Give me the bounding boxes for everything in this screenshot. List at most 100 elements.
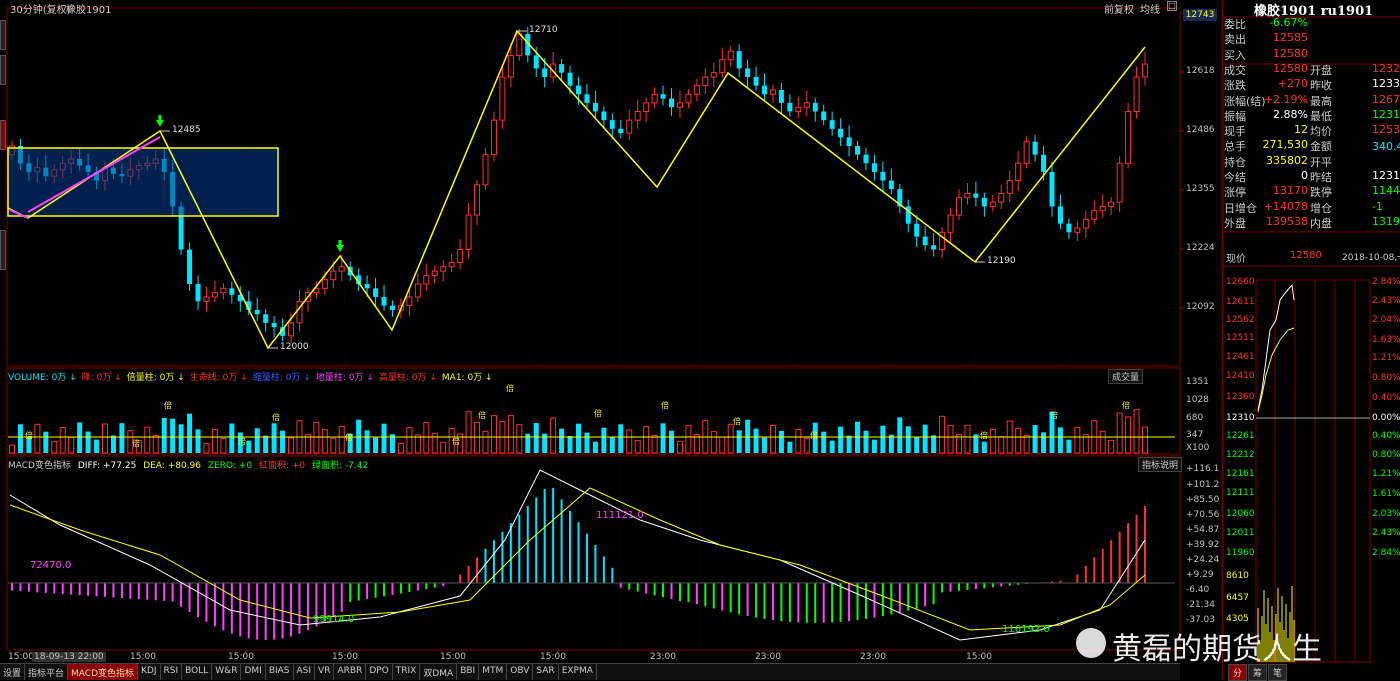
candle-body-up [330,270,337,281]
volume-bar-down [254,428,260,453]
buy-arrow-icon [156,120,164,127]
candle-body-down [778,89,784,103]
volume-bar-down [863,430,869,453]
indicator-tab[interactable]: DMI [241,664,266,680]
volume-legend-item: 生命线: 0万 ↓ [189,373,248,383]
quote-value-2: 1267 [1372,92,1400,106]
mini-left-tick: 12660 [1226,277,1255,287]
side-tab-1[interactable] [0,20,6,50]
candle-body-up [423,274,430,285]
volume-bar-up [406,427,413,454]
indicator-tab[interactable]: 双DMA [420,664,458,680]
quote-value-2: 1232 [1372,61,1400,75]
volume-bar-down [576,423,581,453]
candle-body-down [1066,223,1072,233]
candle-body-down [187,249,193,285]
volume-tick: 1028 [1186,395,1209,405]
volume-bar-down [762,437,768,453]
indicator-tab[interactable]: 设置 [0,664,26,680]
indicator-tab[interactable]: MACD变色指标 [68,664,139,680]
candle-body-up [947,214,954,233]
volume-bar-up [59,427,66,454]
macd-tick: +24.24 [1186,555,1220,565]
candle-body-up [955,197,962,216]
price-top-label: 12743 [1183,9,1217,21]
indicator-tab[interactable]: DPO [366,664,393,680]
indicator-tab[interactable]: SAR [533,664,559,680]
macd-zero: ZERO: +0 [207,461,253,471]
time-label: 15:00 [540,652,566,662]
mini-right-tick: 1.21% [1372,469,1400,479]
quote-label-2: 昨结 [1310,171,1332,184]
candle-body-down [381,296,387,306]
macd-tick: +116.1 [1186,464,1220,474]
macd-diff: DIFF: +77.25 [77,461,137,471]
candle-body-down [263,314,269,323]
quote-value: 12 [1294,123,1308,137]
volume-bar-down [601,427,607,453]
indicator-tab[interactable]: VR [315,664,335,680]
macd-tick: +85.50 [1186,495,1220,505]
indicator-tab[interactable]: ASI [294,664,316,680]
candle-body-down [533,55,539,69]
side-tab-3[interactable] [0,230,6,270]
mini-left-tick: 12511 [1226,333,1255,343]
candle-body-down [195,284,201,302]
mini-left-tick: 12461 [1226,352,1255,362]
indicator-tab[interactable]: W&R [212,664,242,680]
volume-bar-up [330,438,337,454]
side-tab-2[interactable] [0,55,6,85]
volume-bar-up [964,424,971,454]
price-tick: 12355 [1186,184,1215,194]
indicator-tab[interactable]: ARBR [334,664,367,680]
volume-bar-up [1099,430,1106,454]
quote-label-2: 昨收 [1310,79,1332,93]
volume-bar-up [288,437,295,454]
price-annotation: 12190 [987,256,1016,266]
candle-body-up [457,249,464,263]
indicator-tab[interactable]: BBI [457,664,480,680]
indicator-tab[interactable]: BOLL [182,664,213,680]
quote-label-2: 金额 [1310,140,1332,154]
volume-type-button[interactable]: 成交量 [1108,369,1144,384]
indicator-tab[interactable]: BIAS [266,664,294,680]
indicator-tab[interactable]: 指标平台 [25,664,69,680]
candle-body-up [1108,201,1115,207]
mini-right-tick: 2.84% [1372,277,1400,287]
candle-body-down [981,197,987,207]
candle-body-down [914,223,920,237]
mini-left-tick: 12261 [1226,431,1255,441]
candle-body-up [795,106,802,113]
indicator-tab[interactable]: TRIX [393,664,421,680]
current-price-label: 现价 [1226,254,1246,265]
side-tab-active[interactable] [0,120,6,150]
mini-left-tick: 12111 [1226,488,1255,498]
volume-tick: X100 [1186,443,1210,453]
indicator-tab[interactable]: MTM [479,664,508,680]
volume-bar-down [567,436,573,453]
indicator-tab[interactable]: RSI [161,664,183,680]
candle-body-down [576,85,581,95]
candle-body-down [271,322,277,328]
candle-body-up [507,54,514,78]
candle-body-up [211,292,218,298]
indicator-tab[interactable]: EXPMA [559,664,597,680]
candle-body-down [1057,206,1063,224]
indicator-help-button[interactable]: 指标说明 [1138,457,1183,472]
volume-bar-up [626,429,633,454]
volume-bar-up [34,423,41,454]
volume-double-marker: 倍 [345,433,353,442]
volume-bar-up [998,436,1005,454]
volume-bar-up [719,436,726,454]
ma-control[interactable]: 均线 [1140,1,1160,16]
mini-right-tick: 2.04% [1372,315,1400,325]
indicator-tab[interactable]: KDJ [138,664,161,680]
quote-value: 335802 [1266,153,1308,167]
volume-bar-down [897,417,903,453]
volume-bar-down [1041,432,1047,453]
volume-bar-up [1023,435,1030,454]
indicator-tab[interactable]: OBV [507,664,534,680]
maximize-icon[interactable]: □ [1167,1,1177,11]
fuquan-control[interactable]: 前复权 [1104,1,1134,16]
volume-double-marker: 倍 [506,384,514,393]
